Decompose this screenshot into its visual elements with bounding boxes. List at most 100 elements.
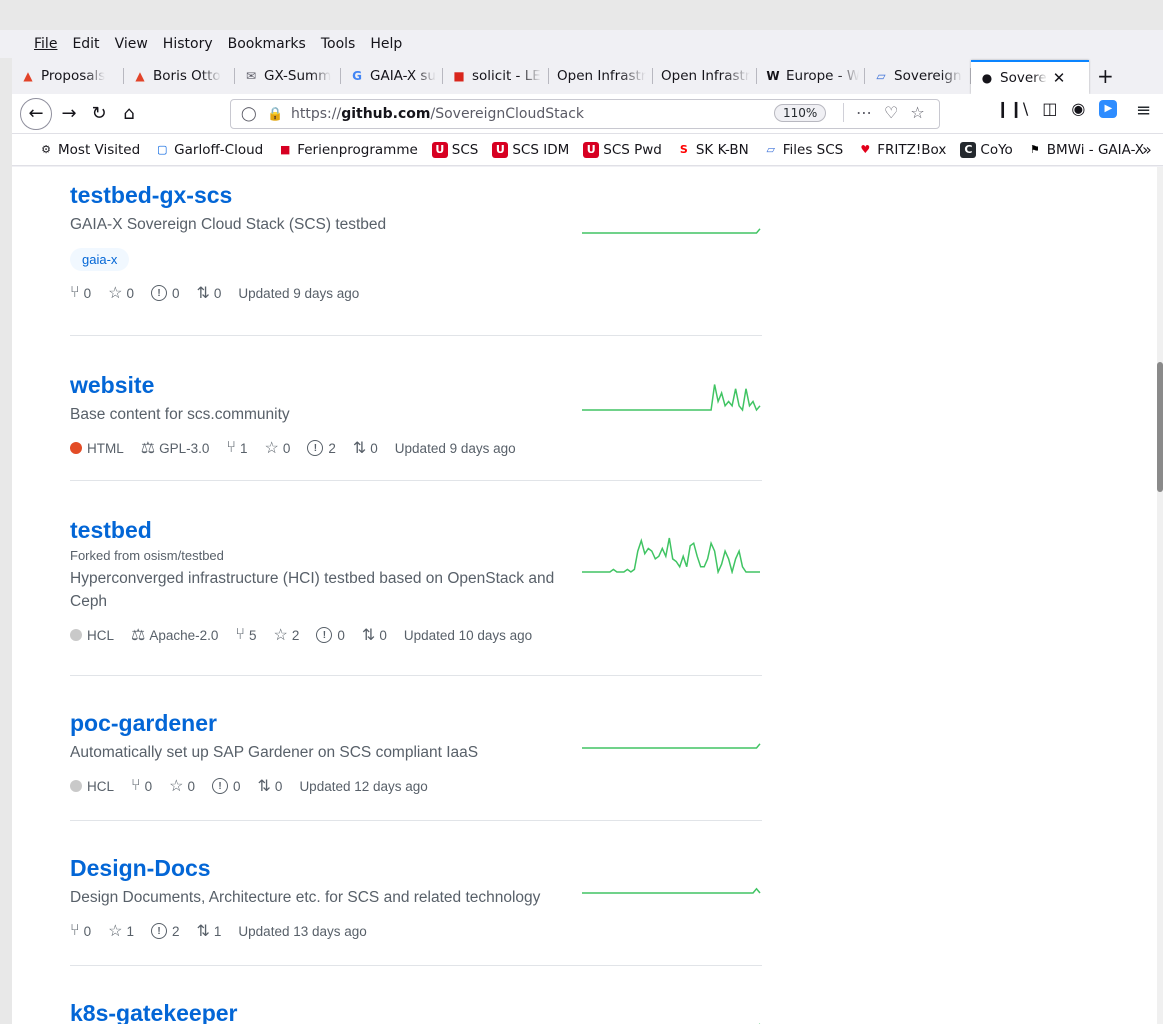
forks-count: 1 [239, 440, 248, 456]
stars-count-link[interactable]: ☆ 0 [169, 776, 195, 796]
menu-view[interactable]: View [115, 36, 148, 52]
tab-4[interactable]: G GAIA-X su [341, 58, 443, 94]
tab-3[interactable]: ✉ GX-Summ [235, 58, 341, 94]
bookmark-item[interactable]: ⚑ BMWi - GAIA-X [1027, 142, 1144, 158]
prs-count-link[interactable]: ⇅ 0 [258, 776, 283, 796]
shield-icon[interactable]: ◯ [241, 106, 261, 122]
license-name: GPL-3.0 [159, 440, 210, 456]
home-button[interactable]: ⌂ [114, 99, 144, 129]
new-tab-icon[interactable]: + [1097, 64, 1114, 88]
forks-count: 0 [83, 923, 92, 939]
repo-divider [70, 480, 762, 481]
forks-count-link[interactable]: ⑂ 1 [226, 439, 247, 457]
bookmark-item[interactable]: ⚙ Most Visited [38, 142, 140, 158]
pull-request-icon: ⇅ [352, 440, 367, 457]
google-icon: G [352, 69, 362, 83]
issues-count-link[interactable]: ! 0 [316, 627, 345, 643]
language: HCL [70, 779, 114, 794]
sidebar-icon[interactable]: ◫ [1042, 99, 1057, 118]
solicit-icon: ■ [453, 69, 465, 83]
tab-label: solicit - LE [472, 68, 541, 84]
topic-tag[interactable]: gaia-x [70, 248, 130, 271]
account-icon[interactable]: ◉ [1071, 99, 1085, 118]
bookmark-item[interactable]: C CoYo [960, 141, 1013, 158]
lock-icon[interactable]: 🔒 [267, 107, 283, 122]
forward-arrow-icon: → [61, 103, 77, 124]
forks-count: 0 [83, 285, 92, 301]
menu-tools[interactable]: Tools [321, 36, 356, 52]
close-tab-icon[interactable]: ✕ [1053, 69, 1066, 87]
stars-count: 1 [126, 923, 134, 939]
url-text[interactable]: https://github.com/SovereignCloudStack [291, 106, 584, 122]
prs-count-link[interactable]: ⇅ 0 [362, 625, 387, 645]
bookmark-item[interactable]: U SCS IDM [492, 141, 570, 158]
stars-count-link[interactable]: ☆ 0 [265, 438, 291, 458]
scrollbar-thumb[interactable] [1157, 362, 1163, 492]
prs-count-link[interactable]: ⇅ 1 [197, 921, 222, 941]
star-icon: ☆ [264, 440, 279, 457]
forward-button[interactable]: → [54, 99, 84, 129]
forks-count-link[interactable]: ⑂ 0 [131, 777, 152, 795]
back-button[interactable]: ← [20, 97, 52, 130]
tab-8[interactable]: W Europe - W [757, 58, 865, 94]
tab-2[interactable]: ▲ Boris Otto [124, 58, 235, 94]
activity-sparkline [582, 537, 760, 574]
pull-request-icon: ⇅ [361, 627, 376, 644]
bookmark-item[interactable]: ▢ Garloff-Cloud [154, 142, 263, 158]
pocket-icon[interactable]: ♡ [884, 103, 898, 122]
issues-count-link[interactable]: ! 0 [150, 285, 180, 301]
repo-divider [70, 820, 762, 821]
bookmark-item[interactable]: ■ Ferienprogramme [277, 142, 418, 158]
hamburger-menu-icon[interactable]: ≡ [1136, 100, 1151, 121]
sparkline-path [582, 887, 761, 894]
forks-count-link[interactable]: ⑂ 5 [235, 626, 256, 644]
tab-6[interactable]: Open Infrastr [549, 58, 653, 94]
bookmark-item[interactable]: ▱ Files SCS [763, 142, 844, 158]
bookmark-label: CoYo [980, 141, 1013, 158]
language: HTML [70, 441, 124, 456]
zoom-app-icon[interactable]: ▶ [1099, 99, 1118, 118]
tab-5[interactable]: ■ solicit - LE [443, 58, 549, 94]
bookmark-item[interactable]: U SCS Pwd [583, 141, 662, 158]
issues-count-link[interactable]: ! 2 [150, 923, 180, 939]
menu-history[interactable]: History [163, 36, 213, 52]
bookmark-item[interactable]: U SCS [431, 141, 478, 158]
nav-bar: ← → ↻ ⌂ ◯ 🔒 https://github.com/Sovereign… [12, 94, 1163, 134]
reload-button[interactable]: ↻ [84, 99, 114, 129]
tab-9[interactable]: ▱ Sovereign [865, 58, 971, 94]
menu-bookmarks[interactable]: Bookmarks [228, 36, 306, 52]
stars-count-link[interactable]: ☆ 2 [274, 625, 300, 645]
zoom-level[interactable]: 110% [774, 104, 827, 122]
issues-count-link[interactable]: ! 2 [307, 440, 336, 456]
more-bookmarks-icon[interactable]: » [1142, 140, 1152, 159]
repo-description: GAIA-X Sovereign Cloud Stack (SCS) testb… [70, 216, 387, 233]
url-bar[interactable]: ◯ 🔒 https://github.com/SovereignCloudSta… [230, 99, 940, 129]
law-icon: ⚖ [131, 627, 146, 644]
tab-label: Proposals [41, 68, 106, 84]
pull-request-icon: ⇅ [196, 923, 210, 940]
menu-edit[interactable]: Edit [72, 36, 99, 52]
page-actions-icon[interactable]: ⋯ [856, 103, 872, 122]
scrollbar-track[interactable] [1157, 167, 1163, 1024]
forks-count-link[interactable]: ⑂ 0 [70, 284, 91, 302]
bookmark-item[interactable]: ♥ FRITZ!Box [857, 142, 946, 158]
forks-count-link[interactable]: ⑂ 0 [70, 922, 91, 940]
stars-count-link[interactable]: ☆ 1 [108, 921, 134, 941]
prs-count-link[interactable]: ⇅ 0 [197, 283, 222, 303]
prs-count-link[interactable]: ⇅ 0 [353, 438, 378, 458]
bookmark-item[interactable]: S SK K-BN [676, 142, 749, 158]
stars-count-link[interactable]: ☆ 0 [108, 283, 134, 303]
menu-file[interactable]: File [34, 36, 57, 52]
issues-count-link[interactable]: ! 0 [212, 778, 241, 794]
tab-7[interactable]: Open Infrastr [653, 58, 757, 94]
bookmark-label: SCS IDM [512, 141, 570, 158]
tab-10[interactable]: ● Sovere ✕ [971, 60, 1089, 94]
fork-icon: ⑂ [70, 284, 80, 301]
library-icon[interactable]: ❙❙\ [996, 99, 1028, 118]
page-content: testbed-gx-scs GAIA-X Sovereign Cloud Sta… [12, 167, 1157, 1024]
bookmark-star-icon[interactable]: ☆ [910, 103, 924, 122]
menu-help[interactable]: Help [370, 36, 402, 52]
tab-1[interactable]: ▲ Proposals [12, 58, 124, 94]
forks-count: 0 [144, 778, 153, 794]
bookmark-label: Ferienprogramme [297, 141, 418, 158]
